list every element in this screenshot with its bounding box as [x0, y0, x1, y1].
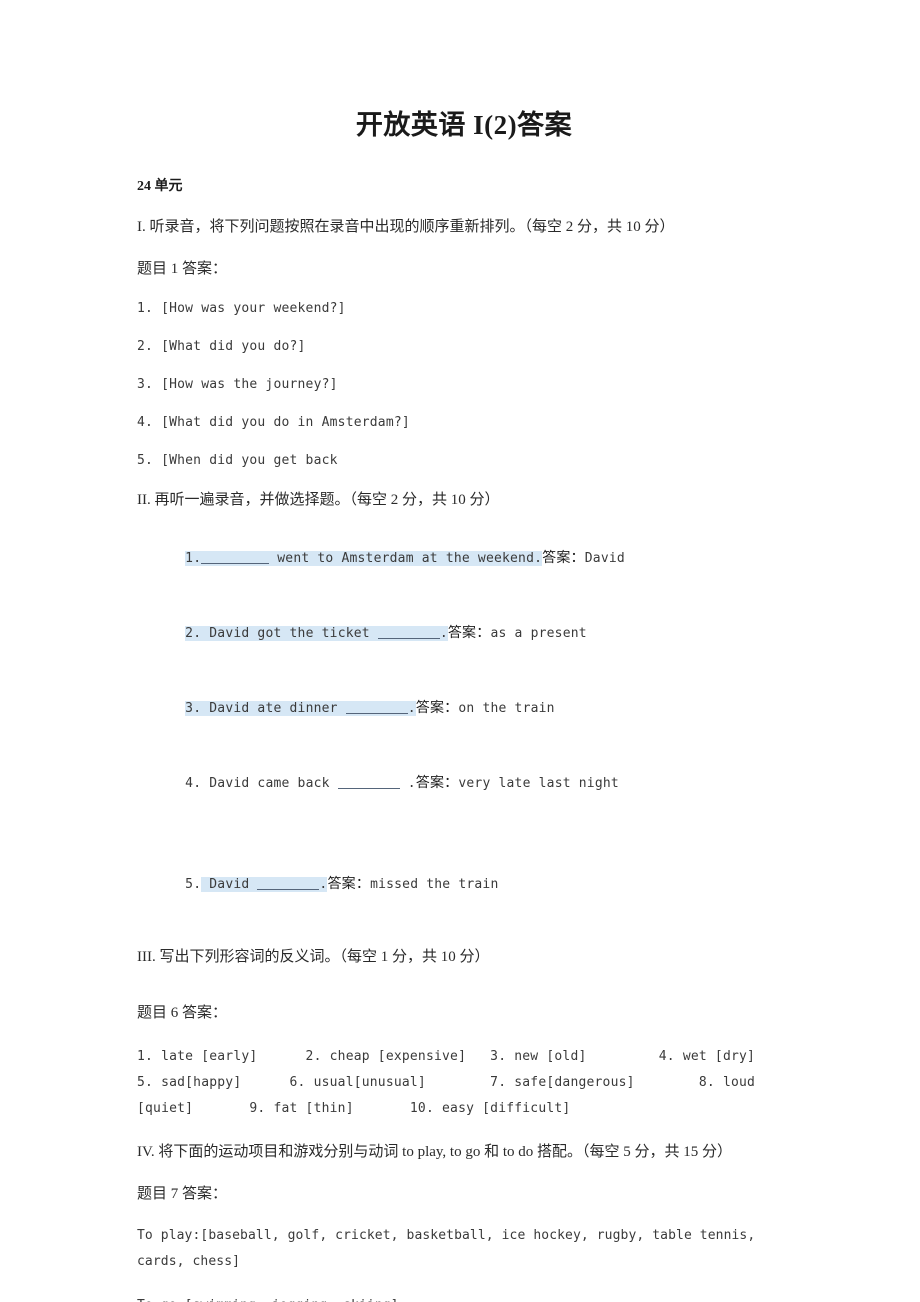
section-ii-heading: II. 再听一遍录音，并做选择题。（每空 2 分，共 10 分）	[137, 492, 500, 508]
page-title: 开放英语 I(2)答案	[355, 110, 573, 140]
verb-group-label: To play:	[137, 1228, 201, 1243]
answer-value: as a present	[490, 626, 587, 641]
item-number: 4.	[185, 776, 202, 791]
section-i-heading: I. 听录音，将下列问题按照在录音中出现的顺序重新排列。（每空 2 分，共 10…	[137, 219, 675, 235]
verb-group-items: [swimming, jogging, skiing]	[185, 1298, 399, 1302]
verb-group-to-go: To go:[swimming, jogging, skiing]	[137, 1293, 791, 1302]
antonym-list: 1. late [early] 2. cheap [expensive] 3. …	[137, 1049, 756, 1116]
list-item: 1. [How was your weekend?]	[137, 301, 346, 316]
item-pre-text: David ate dinner	[201, 701, 346, 716]
answer-blank	[201, 550, 270, 564]
answer-blank	[337, 775, 400, 789]
verb-group-label: To go:	[137, 1298, 185, 1302]
answer-blank	[377, 625, 440, 639]
item-number: 1.	[185, 551, 202, 566]
answer-prefix: 答案：	[447, 626, 491, 641]
fill-row: 5. David .答案：missed the train	[137, 856, 791, 913]
item-post-text: .	[399, 776, 416, 791]
answer-prefix: 答案：	[542, 551, 585, 566]
item-number: 5.	[185, 877, 202, 892]
answer-prefix: 答案：	[415, 776, 459, 791]
list-item: 4. [What did you do in Amsterdam?]	[137, 415, 410, 430]
fill-row: 2. David got the ticket .答案：as a present	[137, 605, 791, 662]
highlighted-span: 2. David got the ticket .	[185, 626, 448, 641]
unit-heading: 24 单元	[137, 179, 183, 194]
list-item: 5. [When did you get back	[137, 453, 338, 468]
answer-blank	[345, 700, 408, 714]
fill-row: 1. went to Amsterdam at the weekend.答案：D…	[137, 530, 791, 587]
list-item: 3. [How was the journey?]	[137, 377, 338, 392]
highlighted-span: 1. went to Amsterdam at the weekend.	[185, 550, 543, 566]
item-pre-text: David came back	[201, 776, 338, 791]
section-iv-answer-label: 题目 7 答案：	[137, 1186, 228, 1202]
highlighted-span: 3. David ate dinner .	[185, 701, 416, 716]
item-number: 2.	[185, 626, 202, 641]
answer-value: very late last night	[458, 776, 619, 791]
fill-row: 3. David ate dinner .答案：on the train	[137, 680, 791, 737]
answer-prefix: 答案：	[415, 701, 459, 716]
document-content: 开放英语 I(2)答案 24 单元 I. 听录音，将下列问题按照在录音中出现的顺…	[137, 0, 791, 1302]
item-post-text: .	[439, 626, 448, 641]
section-iv-heading: IV. 将下面的运动项目和游戏分别与动词 to play, to go 和 to…	[137, 1144, 733, 1160]
item-pre-text: David got the ticket	[201, 626, 378, 641]
item-number: 3.	[185, 701, 202, 716]
item-pre-text: David	[201, 877, 258, 892]
blank-line-spacer	[137, 913, 791, 927]
highlighted-span: David .	[201, 876, 328, 892]
section-iii-heading: III. 写出下列形容词的反义词。（每空 1 分，共 10 分）	[137, 949, 490, 965]
document-page: 开放英语 I(2)答案 24 单元 I. 听录音，将下列问题按照在录音中出现的顺…	[0, 0, 920, 1302]
verb-group-to-play: To play:[baseball, golf, cricket, basket…	[137, 1223, 791, 1275]
item-post-text: went to Amsterdam at the weekend.	[269, 551, 543, 566]
section-iii-answer-label: 题目 6 答案：	[137, 1005, 228, 1021]
answer-value: missed the train	[370, 877, 499, 892]
answer-value: David	[584, 551, 625, 566]
blank-line-spacer	[137, 812, 791, 838]
answer-blank	[257, 876, 320, 890]
section-i-answer-label: 题目 1 答案：	[137, 261, 228, 277]
answer-prefix: 答案：	[327, 877, 371, 892]
blank-line-spacer	[137, 969, 791, 983]
verb-group-items: [baseball, golf, cricket, basketball, ic…	[137, 1228, 756, 1269]
answer-value: on the train	[458, 701, 555, 716]
list-item: 2. [What did you do?]	[137, 339, 306, 354]
fill-row: 4. David came back .答案：very late last ni…	[137, 755, 791, 812]
item-post-text: .	[407, 701, 416, 716]
